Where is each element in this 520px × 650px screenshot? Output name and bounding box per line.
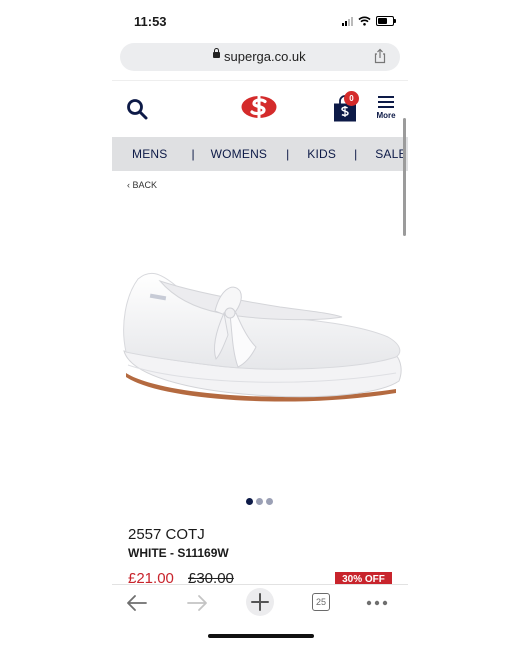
nav-separator: | (191, 147, 195, 161)
battery-level (378, 18, 387, 24)
carousel-dot[interactable] (266, 498, 273, 505)
back-link[interactable]: ‹ BACK (127, 180, 157, 190)
more-menu-button[interactable]: More (374, 96, 398, 122)
tabs-icon[interactable]: 25 (312, 593, 338, 617)
image-carousel-dots[interactable] (246, 498, 273, 505)
nav-separator: | (286, 147, 290, 161)
chevron-left-icon: ‹ (127, 180, 130, 190)
site-header: 0 More (112, 80, 408, 137)
status-icons (342, 16, 396, 26)
product-color: WHITE - S11169W (128, 546, 229, 560)
carousel-dot[interactable] (256, 498, 263, 505)
forward-arrow-icon[interactable] (184, 591, 210, 615)
wifi-icon (358, 16, 371, 26)
home-indicator[interactable] (208, 634, 314, 638)
product-name: 2557 COTJ (128, 526, 205, 543)
signal-icon (342, 16, 353, 26)
search-icon[interactable] (125, 97, 149, 121)
tab-count: 25 (312, 593, 330, 611)
new-tab-icon[interactable] (245, 587, 275, 617)
back-label: BACK (132, 180, 158, 190)
product-image[interactable] (120, 255, 402, 415)
category-nav: MENS | WOMENS | KIDS | SALE (112, 137, 408, 171)
nav-item-womens[interactable]: WOMENS (211, 147, 268, 161)
hamburger-icon (374, 96, 398, 108)
cart-count-badge: 0 (344, 91, 359, 106)
browser-toolbar: 25 (112, 584, 408, 621)
nav-separator: | (354, 147, 358, 161)
nav-item-mens[interactable]: MENS (132, 147, 167, 161)
battery-icon (376, 16, 396, 26)
more-label: More (376, 111, 396, 120)
status-time: 11:53 (134, 14, 167, 29)
nav-item-sale[interactable]: SALE (375, 147, 407, 161)
scroll-indicator[interactable] (403, 118, 406, 236)
carousel-dot[interactable] (246, 498, 253, 505)
lock-icon (213, 48, 220, 58)
superga-logo[interactable] (240, 94, 278, 120)
status-bar: 11:53 (112, 0, 408, 40)
nav-item-kids[interactable]: KIDS (307, 147, 336, 161)
back-arrow-icon[interactable] (124, 591, 150, 615)
share-icon[interactable] (372, 48, 388, 64)
url-text[interactable]: superga.co.uk (224, 49, 306, 64)
more-icon[interactable] (364, 591, 390, 615)
url-bar[interactable]: superga.co.uk (120, 43, 400, 71)
phone-screen: 11:53 superga.co.uk 0 More MENS | WOMENS… (112, 0, 408, 650)
